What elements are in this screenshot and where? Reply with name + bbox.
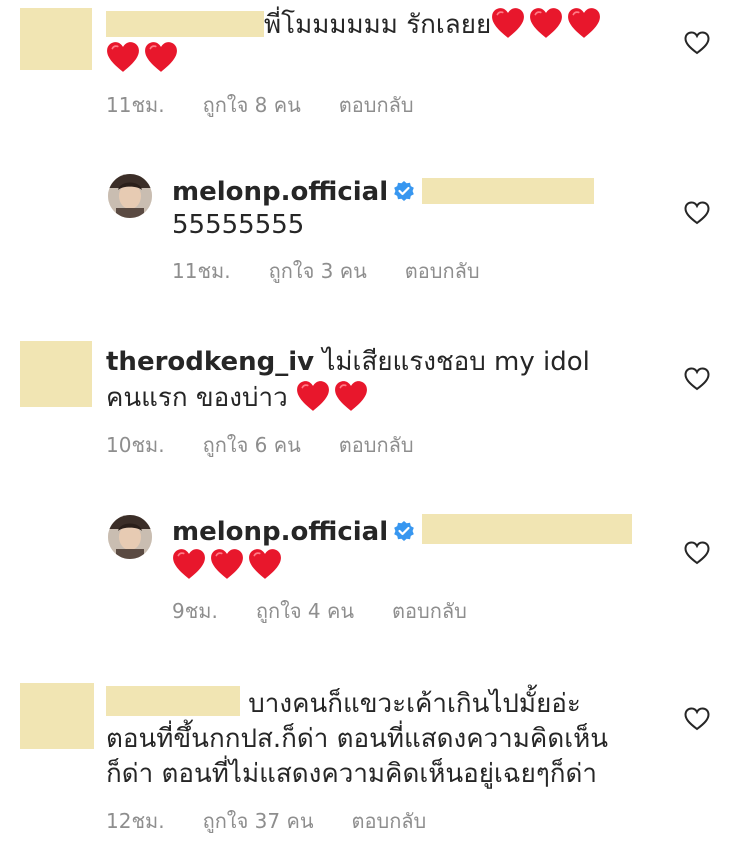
username[interactable]: melonp.official (172, 517, 388, 547)
comment-text-line: ไม่เสียแรงชอบ my idol (322, 347, 590, 377)
comment-text: บางคนก็แขวะเค้าเกินไปมั้ยอ่ะ (106, 686, 581, 721)
avatar[interactable] (20, 683, 94, 749)
comment-text-line2: ตอนที่ขึ้นกกปส.ก็ด่า ตอนที่แสดงความคิดเห… (106, 724, 608, 754)
avatar[interactable] (108, 174, 152, 218)
comment-text-line: คนแรก ของบ่าว (106, 383, 288, 413)
heart-outline-icon[interactable] (684, 367, 710, 391)
comment-text: 55555555 (172, 210, 305, 240)
reply-button[interactable]: ตอบกลับ (339, 93, 414, 117)
comment-time: 9ชม. (172, 599, 218, 623)
comment-text-line2 (106, 41, 182, 76)
reply-button[interactable]: ตอบกลับ (392, 599, 467, 623)
redacted-username (106, 11, 264, 37)
red-heart-icon (567, 7, 601, 39)
comment-text: พี่โมมมมมม รักเลยย (106, 7, 605, 42)
red-heart-icon (106, 41, 140, 73)
red-heart-icon (144, 41, 178, 73)
comment-meta: 9ชม. ถูกใจ 4 คน ตอบกลับ (172, 598, 505, 624)
redacted-mention (422, 178, 595, 204)
like-count[interactable]: ถูกใจ 3 คน (269, 259, 367, 283)
comment-header: melonp.official (172, 175, 595, 209)
username[interactable]: therodkeng_iv (106, 347, 314, 377)
avatar[interactable] (108, 515, 152, 559)
username[interactable]: melonp.official (172, 177, 388, 207)
comment-text-line2: คนแรก ของบ่าว (106, 380, 372, 415)
verified-badge-icon (392, 519, 416, 543)
red-heart-icon (529, 7, 563, 39)
comment-time: 12ชม. (106, 809, 165, 833)
comment-text-line3: ก็ด่า ตอนที่ไม่แสดงความคิดเห็นอยู่เฉยๆก็… (106, 759, 598, 789)
heart-outline-icon[interactable] (684, 31, 710, 55)
like-count[interactable]: ถูกใจ 8 คน (203, 93, 301, 117)
avatar[interactable] (20, 8, 92, 70)
comment-text-line: พี่โมมมมมม รักเลยย (264, 10, 492, 40)
red-heart-icon (296, 380, 330, 412)
comment-text (172, 548, 286, 583)
like-count[interactable]: ถูกใจ 6 คน (203, 433, 301, 457)
red-heart-icon (334, 380, 368, 412)
comment-text: therodkeng_iv ไม่เสียแรงชอบ my idol (106, 345, 590, 379)
red-heart-icon (172, 548, 206, 580)
comment-time: 10ชม. (106, 433, 165, 457)
heart-outline-icon[interactable] (684, 541, 710, 565)
comment-time: 11ชม. (106, 93, 165, 117)
comment-meta: 11ชม. ถูกใจ 8 คน ตอบกลับ (106, 92, 452, 118)
comment-text-line: บางคนก็แขวะเค้าเกินไปมั้ยอ่ะ (248, 689, 581, 719)
like-count[interactable]: ถูกใจ 4 คน (256, 599, 354, 623)
heart-outline-icon[interactable] (684, 707, 710, 731)
comment-meta: 11ชม. ถูกใจ 3 คน ตอบกลับ (172, 258, 518, 284)
redacted-mention (422, 514, 633, 544)
avatar[interactable] (20, 341, 92, 407)
verified-badge-icon (392, 179, 416, 203)
red-heart-icon (248, 548, 282, 580)
comment-meta: 10ชม. ถูกใจ 6 คน ตอบกลับ (106, 432, 452, 458)
reply-button[interactable]: ตอบกลับ (352, 809, 427, 833)
comment-time: 11ชม. (172, 259, 231, 283)
heart-outline-icon[interactable] (684, 201, 710, 225)
red-heart-icon (491, 7, 525, 39)
reply-button[interactable]: ตอบกลับ (339, 433, 414, 457)
reply-button[interactable]: ตอบกลับ (405, 259, 480, 283)
red-heart-icon (210, 548, 244, 580)
like-count[interactable]: ถูกใจ 37 คน (203, 809, 314, 833)
redacted-username (106, 686, 240, 716)
comment-header: melonp.official (172, 514, 633, 549)
comment-meta: 12ชม. ถูกใจ 37 คน ตอบกลับ (106, 808, 464, 834)
